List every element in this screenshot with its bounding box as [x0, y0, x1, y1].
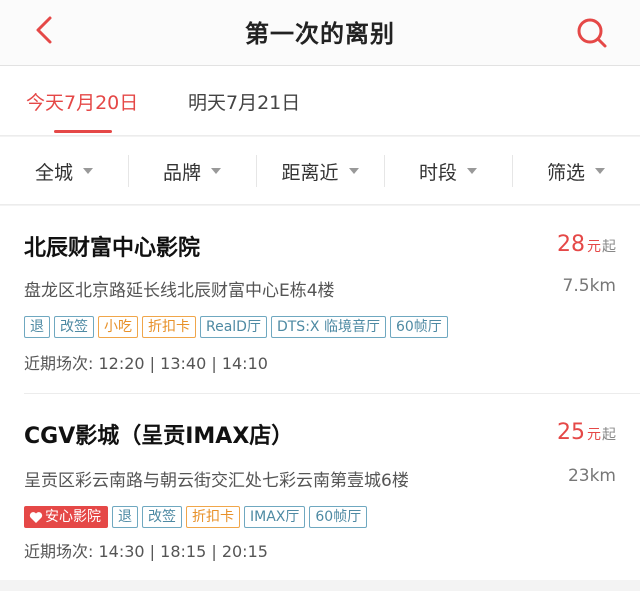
search-icon	[577, 18, 607, 48]
price-value: 25	[557, 420, 585, 445]
filter-brand[interactable]: 品牌	[128, 137, 256, 205]
cinema-name: 北辰财富中心影院	[24, 236, 201, 261]
cinema-item[interactable]: 北辰财富中心影院 28 元 起 盘龙区北京路延长线北辰财富中心E栋4楼 7.5k…	[0, 206, 640, 394]
tag-discount-card: 折扣卡	[142, 316, 196, 338]
cinema-showtimes: 近期场次: 12:20 | 13:40 | 14:10	[24, 354, 268, 373]
cinema-address: 盘龙区北京路延长线北辰财富中心E栋4楼	[24, 281, 335, 301]
tab-today[interactable]: 今天7月20日	[26, 88, 138, 115]
search-button[interactable]	[572, 12, 612, 52]
cinema-distance: 7.5km	[562, 276, 616, 296]
tag-reald: RealD厅	[200, 316, 267, 338]
filter-label: 品牌	[162, 161, 201, 184]
filter-label: 时段	[418, 161, 457, 184]
price-unit: 元	[587, 239, 601, 255]
caret-down-icon	[211, 168, 221, 174]
tag-discount-card: 折扣卡	[186, 506, 240, 528]
tag-safe-cinema: 安心影院	[24, 506, 108, 528]
filter-bar: 全城 品牌 距离近 时段 筛选	[0, 137, 640, 205]
cinema-tags: 退 改签 小吃 折扣卡 RealD厅 DTS:X 临境音厅 60帧厅	[24, 316, 452, 338]
tag-dtsx: DTS:X 临境音厅	[270, 316, 386, 338]
price-unit: 元	[587, 427, 601, 443]
tag-60fps: 60帧厅	[309, 506, 368, 528]
filter-label: 筛选	[546, 161, 585, 184]
heart-icon	[29, 511, 43, 523]
cinema-list: 北辰财富中心影院 28 元 起 盘龙区北京路延长线北辰财富中心E栋4楼 7.5k…	[0, 206, 640, 580]
tag-refund: 退	[112, 506, 138, 528]
filter-more[interactable]: 筛选	[512, 137, 640, 205]
filter-distance[interactable]: 距离近	[256, 137, 384, 205]
tag-snack: 小吃	[98, 316, 138, 338]
tag-reschedule: 改签	[54, 316, 94, 338]
tag-reschedule: 改签	[142, 506, 182, 528]
price: 28 元 起	[557, 232, 616, 257]
date-tabs: 今天7月20日 明天7月21日	[0, 66, 640, 136]
cinema-showtimes: 近期场次: 14:30 | 18:15 | 20:15	[24, 542, 268, 561]
tag-label: 安心影院	[45, 509, 101, 525]
cinema-tags: 安心影院 退 改签 折扣卡 IMAX厅 60帧厅	[24, 506, 371, 528]
filter-label: 距离近	[281, 161, 339, 184]
tag-refund: 退	[24, 316, 50, 338]
tag-imax: IMAX厅	[244, 506, 306, 528]
price: 25 元 起	[557, 420, 616, 445]
price-value: 28	[557, 232, 585, 257]
page-title: 第一次的离别	[245, 20, 395, 48]
cinema-distance: 23km	[567, 466, 616, 486]
cinema-item[interactable]: CGV影城（呈贡IMAX店） 25 元 起 呈贡区彩云南路与朝云街交汇处七彩云南…	[0, 394, 640, 580]
cinema-name: CGV影城（呈贡IMAX店）	[24, 424, 294, 449]
tab-tomorrow[interactable]: 明天7月21日	[188, 88, 300, 115]
active-tab-indicator	[54, 130, 112, 133]
caret-down-icon	[348, 168, 359, 174]
filter-label: 全城	[34, 161, 73, 184]
price-suffix: 起	[602, 427, 616, 443]
caret-down-icon	[595, 168, 605, 174]
caret-down-icon	[467, 168, 477, 174]
tag-60fps: 60帧厅	[389, 316, 448, 338]
nav-header: 第一次的离别	[0, 0, 640, 66]
caret-down-icon	[83, 168, 93, 174]
price-suffix: 起	[602, 239, 616, 255]
cinema-address: 呈贡区彩云南路与朝云街交汇处七彩云南第壹城6楼	[24, 471, 409, 491]
filter-time[interactable]: 时段	[384, 137, 512, 205]
filter-city[interactable]: 全城	[0, 137, 128, 205]
